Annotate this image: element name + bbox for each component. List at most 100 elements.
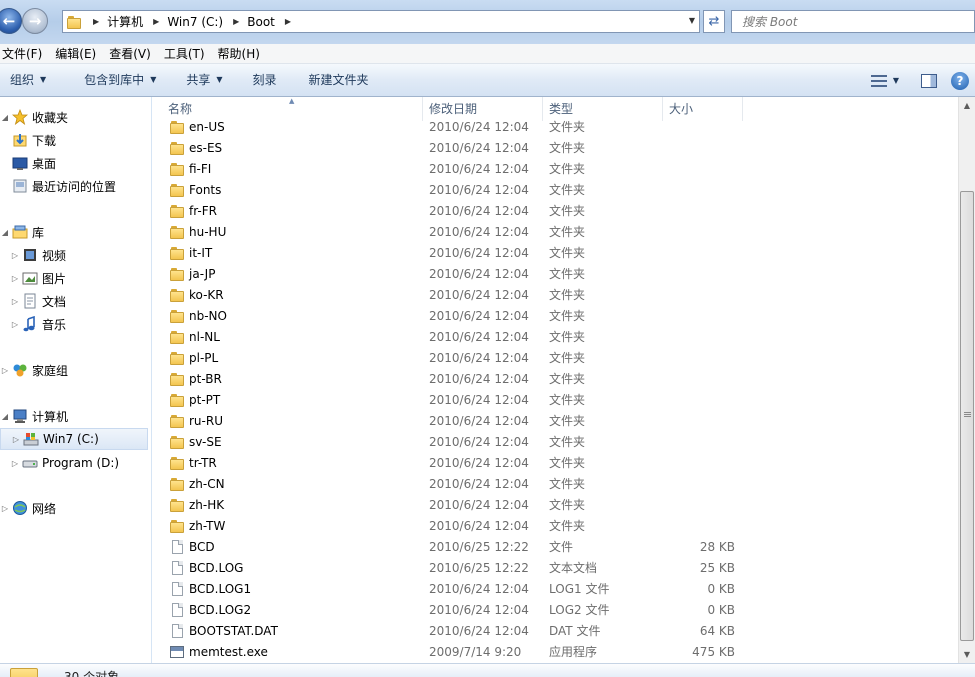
scroll-up-icon[interactable]: ▲: [959, 97, 975, 114]
file-row[interactable]: zh-CN 2010/6/24 12:04 文件夹: [153, 474, 958, 495]
menu-edit[interactable]: 编辑(E): [53, 45, 103, 62]
nav-label: 图片: [42, 271, 67, 286]
expand-arrow-icon[interactable]: ▷: [10, 274, 20, 283]
search-input[interactable]: [732, 11, 932, 32]
file-row[interactable]: Fonts 2010/6/24 12:04 文件夹: [153, 180, 958, 201]
nav-videos[interactable]: ▷ 视频: [10, 244, 66, 266]
expand-arrow-icon[interactable]: ▷: [10, 251, 20, 260]
collapse-arrow-icon[interactable]: ◢: [0, 412, 10, 421]
file-row[interactable]: ko-KR 2010/6/24 12:04 文件夹: [153, 285, 958, 306]
breadcrumb-label: 计算机: [107, 15, 144, 29]
help-icon[interactable]: ?: [951, 71, 969, 90]
file-row[interactable]: it-IT 2010/6/24 12:04 文件夹: [153, 243, 958, 264]
folder-icon: [170, 141, 184, 155]
nav-recent-places[interactable]: 最近访问的位置: [10, 175, 116, 197]
file-row[interactable]: BOOTSTAT.DAT 2010/6/24 12:04 DAT 文件 64 KB: [153, 621, 958, 642]
file-row[interactable]: BCD 2010/6/25 12:22 文件 28 KB: [153, 537, 958, 558]
nav-favorites[interactable]: ◢ 收藏夹: [0, 106, 68, 128]
file-row[interactable]: ru-RU 2010/6/24 12:04 文件夹: [153, 411, 958, 432]
file-row[interactable]: tr-TR 2010/6/24 12:04 文件夹: [153, 453, 958, 474]
system-drive-icon: [23, 431, 39, 447]
share-button[interactable]: 共享 ▼: [176, 68, 232, 92]
file-row[interactable]: pl-PL 2010/6/24 12:04 文件夹: [153, 348, 958, 369]
file-row[interactable]: pt-BR 2010/6/24 12:04 文件夹: [153, 369, 958, 390]
file-row[interactable]: BCD.LOG 2010/6/25 12:22 文本文档 25 KB: [153, 558, 958, 579]
file-row[interactable]: fi-FI 2010/6/24 12:04 文件夹: [153, 159, 958, 180]
history-dropdown-icon[interactable]: ▼: [689, 16, 695, 25]
file-row[interactable]: fr-FR 2010/6/24 12:04 文件夹: [153, 201, 958, 222]
file-size: [663, 159, 735, 180]
burn-button[interactable]: 刻录: [243, 68, 287, 92]
nav-pictures[interactable]: ▷ 图片: [10, 267, 66, 289]
change-view-icon[interactable]: [870, 74, 887, 87]
expand-arrow-icon[interactable]: ▷: [10, 297, 20, 306]
file-size: 0 KB: [707, 582, 735, 596]
scrollbar-thumb[interactable]: [960, 191, 974, 641]
back-button[interactable]: ←: [0, 8, 22, 34]
address-field[interactable]: ▶ 计算机 ▶ Win7 (C:) ▶ Boot ▶ ▼: [62, 10, 700, 33]
file-row[interactable]: en-US 2010/6/24 12:04 文件夹: [153, 117, 958, 138]
homegroup-icon: [12, 362, 28, 378]
file-row[interactable]: zh-TW 2010/6/24 12:04 文件夹: [153, 516, 958, 537]
file-date-modified: 2010/6/24 12:04: [429, 435, 529, 449]
file-row[interactable]: ja-JP 2010/6/24 12:04 文件夹: [153, 264, 958, 285]
document-icon: [172, 624, 183, 638]
desktop-icon: [12, 155, 28, 171]
nav-computer[interactable]: ◢ 计算机: [0, 405, 68, 427]
collapse-arrow-icon[interactable]: ◢: [0, 113, 10, 122]
breadcrumb-boot[interactable]: ▶ Boot ▶: [223, 11, 299, 32]
file-date-modified: 2010/6/24 12:04: [429, 162, 529, 176]
file-row[interactable]: sv-SE 2010/6/24 12:04 文件夹: [153, 432, 958, 453]
nav-libraries[interactable]: ◢ 库: [0, 221, 44, 243]
expand-arrow-icon[interactable]: ▷: [10, 459, 20, 468]
include-in-library-button[interactable]: 包含到库中 ▼: [74, 68, 166, 92]
menu-help[interactable]: 帮助(H): [216, 45, 267, 62]
view-options-chevron-icon[interactable]: ▼: [893, 76, 899, 85]
chevron-right-icon[interactable]: ▶: [143, 17, 167, 26]
share-label: 共享: [186, 73, 211, 87]
nav-drive-d[interactable]: ▷ Program (D:): [10, 452, 119, 474]
file-row[interactable]: BCD.LOG2 2010/6/24 12:04 LOG2 文件 0 KB: [153, 600, 958, 621]
expand-arrow-icon[interactable]: ▷: [0, 504, 10, 513]
nav-music[interactable]: ▷ 音乐: [10, 313, 66, 335]
file-row[interactable]: hu-HU 2010/6/24 12:04 文件夹: [153, 222, 958, 243]
preview-pane-icon[interactable]: [921, 73, 937, 88]
forward-button[interactable]: →: [22, 8, 48, 34]
file-row[interactable]: nb-NO 2010/6/24 12:04 文件夹: [153, 306, 958, 327]
folder-icon: [170, 477, 184, 491]
expand-arrow-icon[interactable]: ▷: [11, 435, 21, 444]
file-row[interactable]: BCD.LOG1 2010/6/24 12:04 LOG1 文件 0 KB: [153, 579, 958, 600]
menu-tools[interactable]: 工具(T): [162, 45, 212, 62]
file-row[interactable]: pt-PT 2010/6/24 12:04 文件夹: [153, 390, 958, 411]
menu-file[interactable]: 文件(F): [0, 45, 49, 62]
file-row[interactable]: nl-NL 2010/6/24 12:04 文件夹: [153, 327, 958, 348]
nav-drive-c[interactable]: ▷ Win7 (C:): [0, 428, 148, 450]
file-size: [663, 180, 735, 201]
refresh-button[interactable]: ⇄: [703, 10, 725, 33]
chevron-right-icon[interactable]: ▶: [275, 17, 299, 26]
vertical-scrollbar[interactable]: ▲ ▼: [958, 97, 975, 663]
menu-view[interactable]: 查看(V): [107, 45, 158, 62]
refresh-icon: ⇄: [708, 14, 720, 29]
nav-network[interactable]: ▷ 网络: [0, 497, 56, 519]
file-row[interactable]: zh-HK 2010/6/24 12:04 文件夹: [153, 495, 958, 516]
file-row[interactable]: memtest.exe 2009/7/14 9:20 应用程序 475 KB: [153, 642, 958, 663]
expand-arrow-icon[interactable]: ▷: [0, 366, 10, 375]
nav-homegroup[interactable]: ▷ 家庭组: [0, 359, 68, 381]
file-row[interactable]: es-ES 2010/6/24 12:04 文件夹: [153, 138, 958, 159]
scroll-down-icon[interactable]: ▼: [959, 646, 975, 663]
search-box[interactable]: [731, 10, 975, 33]
new-folder-button[interactable]: 新建文件夹: [299, 68, 379, 92]
expand-arrow-icon[interactable]: ▷: [10, 320, 20, 329]
breadcrumb-drive-c[interactable]: ▶ Win7 (C:): [143, 11, 223, 32]
organize-button[interactable]: 组织 ▼: [0, 68, 56, 92]
nav-documents[interactable]: ▷ 文档: [10, 290, 66, 312]
nav-downloads[interactable]: 下载: [10, 129, 56, 151]
breadcrumb-computer[interactable]: ▶ 计算机: [83, 11, 143, 32]
nav-desktop[interactable]: 桌面: [10, 152, 56, 174]
collapse-arrow-icon[interactable]: ◢: [0, 228, 10, 237]
chevron-right-icon[interactable]: ▶: [223, 17, 247, 26]
chevron-right-icon[interactable]: ▶: [83, 17, 107, 26]
folder-icon: [170, 372, 184, 386]
file-name: zh-HK: [189, 498, 225, 512]
